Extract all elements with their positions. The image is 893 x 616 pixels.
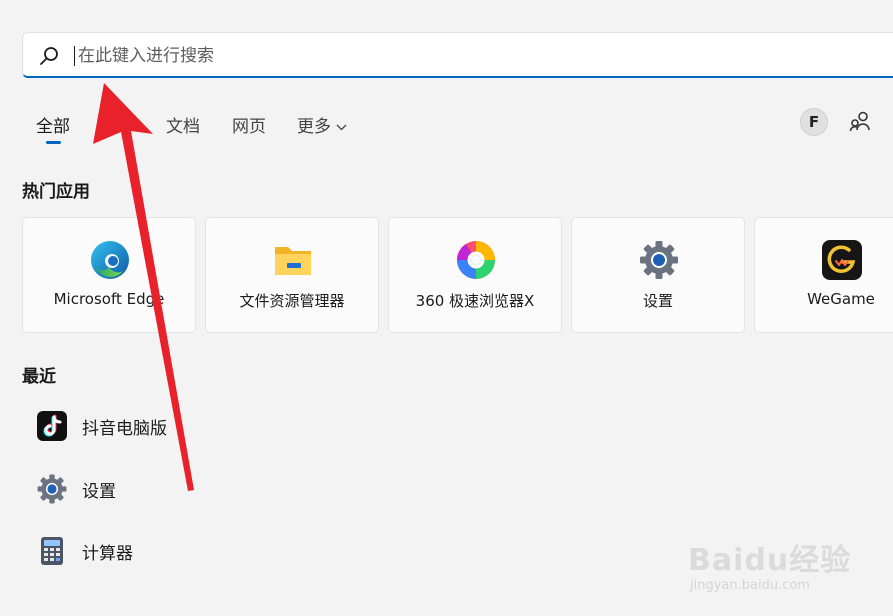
tiktok-icon xyxy=(37,411,67,441)
browser-360-icon xyxy=(457,241,495,279)
folder-icon xyxy=(275,247,311,275)
recent-heading: 最近 xyxy=(22,367,56,387)
app-tile-settings[interactable]: 设置 xyxy=(571,217,745,333)
tab-more[interactable]: 更多 xyxy=(297,112,347,137)
watermark: Baidu经验 jingyan.baidu.com xyxy=(688,520,888,610)
tab-web[interactable]: 网页 xyxy=(232,112,266,137)
wegame-icon xyxy=(822,240,862,280)
tab-all[interactable]: 全部 xyxy=(36,112,70,137)
app-tile-label: 设置 xyxy=(642,292,673,310)
chevron-down-icon xyxy=(336,124,347,130)
tab-more-label: 更多 xyxy=(297,117,331,137)
edge-icon xyxy=(91,241,129,279)
text-caret xyxy=(74,46,75,66)
gear-icon xyxy=(37,474,67,504)
calculator-icon xyxy=(41,537,63,565)
search-icon xyxy=(40,47,58,65)
watermark-main: Baidu经验 xyxy=(688,543,852,578)
search-input[interactable] xyxy=(76,41,480,71)
app-tile-label: WeGame xyxy=(807,290,875,308)
recent-item-settings[interactable]: 设置 xyxy=(22,465,422,513)
tab-active-indicator xyxy=(46,141,61,144)
avatar[interactable]: F xyxy=(800,108,828,136)
recent-item-label: 设置 xyxy=(82,482,116,502)
gear-icon xyxy=(640,241,678,279)
app-tile-label: 文件资源管理器 xyxy=(239,292,345,310)
recent-item-label: 抖音电脑版 xyxy=(82,419,167,439)
top-apps-heading: 热门应用 xyxy=(22,182,90,202)
app-tile-label: 360 极速浏览器X xyxy=(415,292,535,310)
app-tile-edge[interactable]: Microsoft Edge xyxy=(22,217,196,333)
tab-documents[interactable]: 文档 xyxy=(166,112,200,137)
recent-item-calculator[interactable]: 计算器 xyxy=(22,527,422,575)
people-icon[interactable] xyxy=(849,110,873,134)
app-tile-label: Microsoft Edge xyxy=(53,290,165,308)
recent-item-douyin[interactable]: 抖音电脑版 xyxy=(22,402,422,450)
watermark-sub: jingyan.baidu.com xyxy=(690,578,810,593)
app-tile-wegame[interactable]: WeGame xyxy=(754,217,893,333)
recent-item-label: 计算器 xyxy=(82,544,133,564)
app-tile-file-explorer[interactable]: 文件资源管理器 xyxy=(205,217,379,333)
app-tile-360-browser[interactable]: 360 极速浏览器X xyxy=(388,217,562,333)
search-box[interactable] xyxy=(22,32,893,78)
